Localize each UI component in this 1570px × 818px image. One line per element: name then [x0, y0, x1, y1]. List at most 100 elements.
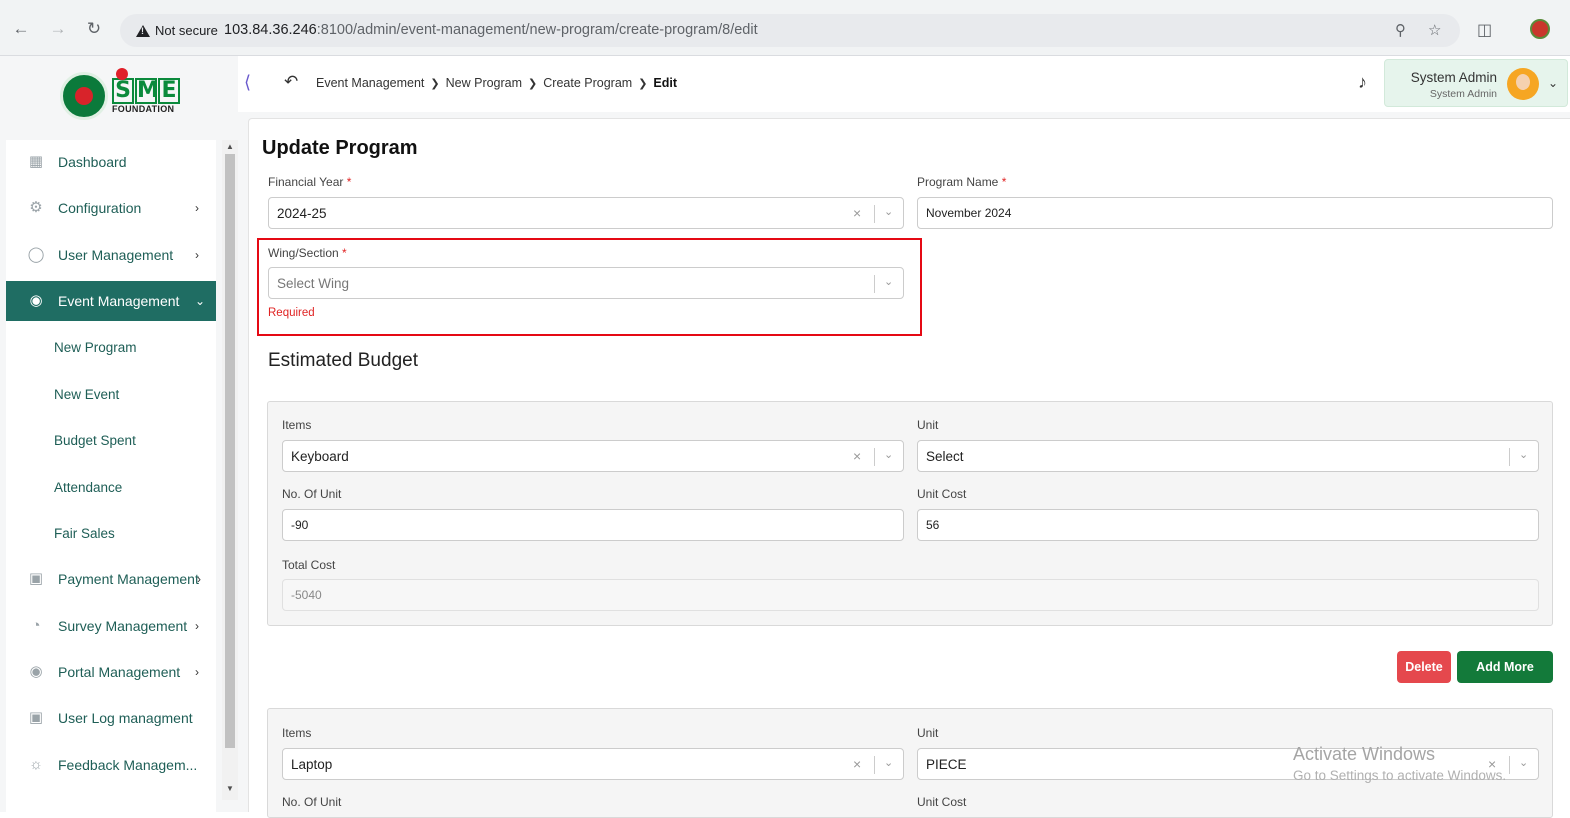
- zoom-icon[interactable]: ⚲: [1395, 21, 1406, 39]
- bookmark-star-icon[interactable]: ☆: [1428, 21, 1441, 39]
- sidebar-item-user-log[interactable]: ▣ User Log managment: [6, 698, 216, 738]
- sidebar-item-user-management[interactable]: ◯ User Management ›: [6, 235, 216, 275]
- clear-icon[interactable]: ×: [853, 448, 861, 464]
- address-bar[interactable]: Not secure 103.84.36.246:8100/admin/even…: [120, 14, 1460, 47]
- logo[interactable]: S M E FOUNDATION: [60, 68, 181, 122]
- delete-button[interactable]: Delete: [1397, 651, 1451, 683]
- lock-icon: ◉: [29, 663, 43, 680]
- sidebar-item-portal-management[interactable]: ◉ Portal Management ›: [6, 652, 216, 692]
- breadcrumb-item[interactable]: Create Program: [543, 76, 632, 90]
- user-role: System Admin: [1429, 88, 1497, 100]
- chevron-down-icon[interactable]: ⌄: [1519, 448, 1528, 461]
- label-text: Wing/Section: [268, 246, 339, 260]
- unit-cost-label: Unit Cost: [917, 487, 967, 501]
- windows-watermark-title: Activate Windows: [1293, 744, 1436, 764]
- financial-year-select[interactable]: 2024-25 × ⌄: [268, 197, 904, 229]
- collapse-sidebar-icon[interactable]: ⟨: [244, 72, 251, 93]
- sidebar-item-survey-management[interactable]: ◔ Survey Management ›: [6, 606, 216, 646]
- wing-select[interactable]: Select Wing ⌄: [268, 267, 904, 299]
- chevron-right-icon: ›: [195, 619, 199, 633]
- feedback-icon: ☼: [29, 756, 43, 773]
- sidebar-item-event-management[interactable]: ◉ Event Management ⌄: [6, 281, 216, 321]
- item-value: Laptop: [291, 757, 333, 772]
- unit-select[interactable]: Select ⌄: [917, 440, 1539, 472]
- unit-cost-label: Unit Cost: [917, 795, 967, 809]
- sidebar-item-label: Event Management: [58, 293, 180, 309]
- chevron-down-icon: ⌄: [1548, 76, 1559, 90]
- breadcrumb-item[interactable]: New Program: [446, 76, 522, 90]
- scroll-up-icon[interactable]: ▲: [226, 142, 234, 151]
- sidebar-item-feedback[interactable]: ☼ Feedback Managem...: [6, 745, 216, 785]
- logo-letter: M: [135, 78, 159, 104]
- financial-year-label: Financial Year *: [268, 175, 351, 189]
- sidebar-item-label: Configuration: [58, 200, 142, 216]
- breadcrumb-item[interactable]: Event Management: [316, 76, 424, 90]
- reload-icon[interactable]: ↻: [83, 18, 105, 40]
- chevron-down-icon[interactable]: ⌄: [1519, 756, 1528, 769]
- breadcrumb: Event Management ❯ New Program ❯ Create …: [316, 76, 677, 90]
- log-icon: ▣: [28, 709, 44, 726]
- item-select[interactable]: Laptop × ⌄: [282, 748, 904, 780]
- sidebar-item-label: Feedback Managem...: [58, 757, 198, 773]
- sidebar-item-payment-management[interactable]: ▣ Payment Management ›: [6, 559, 216, 599]
- sidebar-subitem-new-program[interactable]: New Program: [54, 340, 137, 355]
- sidebar-subitem-new-event[interactable]: New Event: [54, 387, 119, 402]
- program-name-input[interactable]: November 2024: [917, 197, 1553, 229]
- extensions-icon[interactable]: ◫: [1477, 20, 1492, 40]
- chevron-down-icon[interactable]: ⌄: [884, 275, 893, 288]
- logo-letter: E: [158, 78, 180, 104]
- unit-cost-input[interactable]: 56: [917, 509, 1539, 541]
- items-label: Items: [282, 726, 312, 740]
- sidebar-item-configuration[interactable]: ⚙ Configuration ›: [6, 188, 216, 228]
- clear-icon[interactable]: ×: [853, 756, 861, 772]
- user-menu[interactable]: System Admin System Admin ⌄: [1384, 59, 1568, 107]
- government-emblem-icon: [60, 72, 108, 120]
- security-indicator[interactable]: Not secure: [128, 19, 226, 42]
- sidebar-item-label: Payment Management: [58, 571, 199, 587]
- pie-icon: ◔: [31, 617, 41, 634]
- required-mark: *: [346, 175, 352, 189]
- sidebar-menu: ▦ Dashboard ⚙ Configuration › ◯ User Man…: [6, 140, 216, 812]
- select-divider: [874, 448, 875, 466]
- wing-label: Wing/Section *: [268, 246, 347, 260]
- no-of-unit-input[interactable]: -90: [282, 509, 904, 541]
- sidebar-item-dashboard[interactable]: ▦ Dashboard: [6, 142, 216, 182]
- sidebar-item-label: Dashboard: [58, 154, 127, 170]
- chevron-right-icon: ❯: [430, 77, 440, 90]
- back-icon[interactable]: ↶: [284, 72, 298, 92]
- item-select[interactable]: Keyboard × ⌄: [282, 440, 904, 472]
- profile-avatar[interactable]: [1530, 19, 1550, 39]
- forward-arrow-icon[interactable]: →: [47, 18, 69, 40]
- sidebar-subitem-budget-spent[interactable]: Budget Spent: [54, 433, 136, 448]
- select-divider: [1509, 756, 1510, 774]
- chevron-down-icon[interactable]: ⌄: [884, 448, 893, 461]
- sidebar-subitem-attendance[interactable]: Attendance: [54, 480, 122, 495]
- chevron-right-icon: ❯: [528, 77, 538, 90]
- unit-value: PIECE: [926, 757, 967, 772]
- url-host: 103.84.36.246: [224, 22, 317, 38]
- sidebar-item-label: Portal Management: [58, 664, 181, 680]
- chevron-down-icon[interactable]: ⌄: [884, 205, 893, 218]
- sidebar-subitem-fair-sales[interactable]: Fair Sales: [54, 526, 115, 541]
- scroll-thumb[interactable]: [225, 154, 235, 748]
- logo-foundation-text: FOUNDATION: [112, 104, 175, 114]
- chevron-right-icon: ›: [195, 201, 199, 215]
- section-title: Estimated Budget: [268, 350, 418, 371]
- program-name-value: November 2024: [926, 206, 1012, 220]
- url-path: :8100/admin/event-management/new-program…: [316, 22, 758, 38]
- url-text[interactable]: 103.84.36.246:8100/admin/event-managemen…: [224, 22, 758, 38]
- scroll-down-icon[interactable]: ▼: [226, 784, 234, 793]
- select-divider: [874, 205, 875, 223]
- browser-toolbar: ← → ↻ Not secure 103.84.36.246:8100/admi…: [0, 0, 1570, 56]
- sidebar-scrollbar[interactable]: ▲ ▼: [222, 140, 238, 800]
- item-value: Keyboard: [291, 449, 349, 464]
- sidebar-item-label: User Log managment: [58, 710, 193, 726]
- sidebar-item-label: Survey Management: [58, 618, 188, 634]
- clear-icon[interactable]: ×: [853, 205, 861, 221]
- label-text: Financial Year: [268, 175, 344, 189]
- chevron-down-icon[interactable]: ⌄: [884, 756, 893, 769]
- add-more-button[interactable]: Add More: [1457, 651, 1553, 683]
- back-arrow-icon[interactable]: ←: [10, 18, 32, 40]
- bell-icon[interactable]: ♪: [1358, 72, 1367, 93]
- unit-cost-value: 56: [926, 518, 940, 532]
